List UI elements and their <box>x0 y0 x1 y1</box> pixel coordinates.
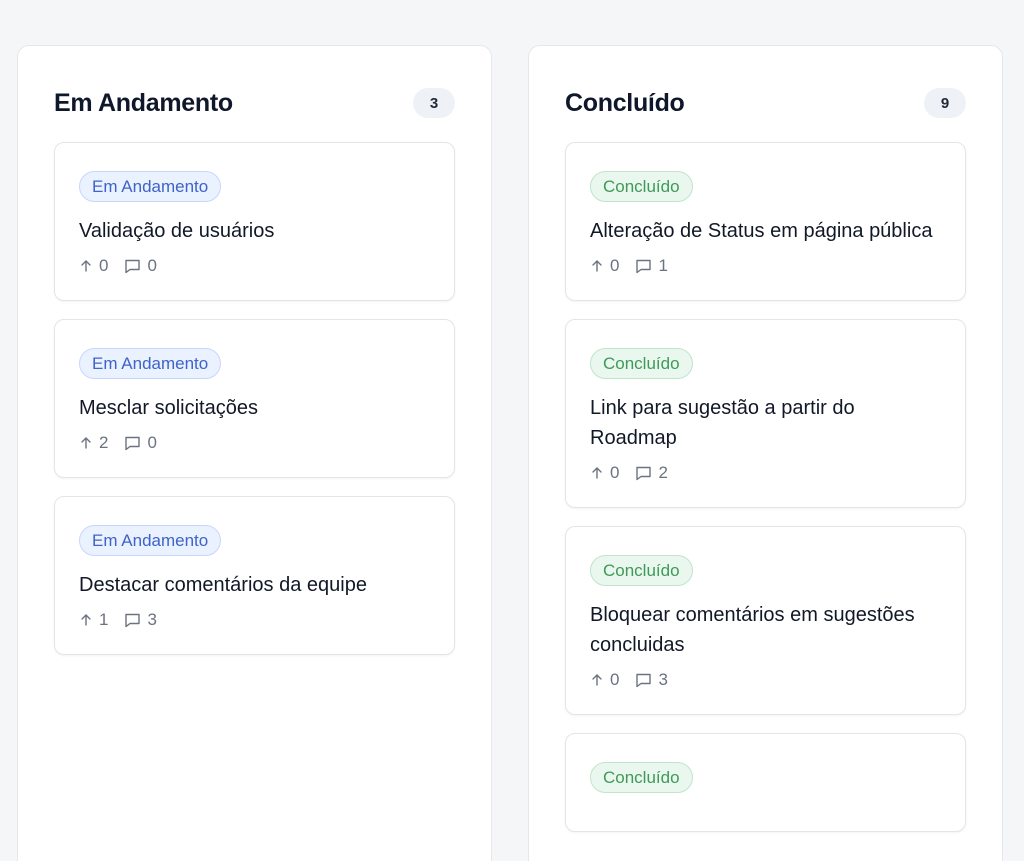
comment-count[interactable]: 2 <box>635 463 668 483</box>
vote-count-value: 1 <box>99 610 109 629</box>
card-list: Em Andamento Validação de usuários 0 0 E… <box>54 142 455 673</box>
comment-count[interactable]: 1 <box>635 256 668 276</box>
comment-icon <box>124 612 141 628</box>
comment-count-value: 0 <box>147 433 157 452</box>
column-title: Concluído <box>565 88 685 117</box>
suggestion-card[interactable]: Concluído Link para sugestão a partir do… <box>565 319 966 508</box>
status-badge: Concluído <box>590 555 693 586</box>
vote-count-value: 2 <box>99 433 109 452</box>
comment-count-value: 2 <box>658 463 668 482</box>
status-badge: Concluído <box>590 762 693 793</box>
column-count-badge: 3 <box>413 88 455 118</box>
column-header: Concluído 9 <box>565 86 966 120</box>
status-badge: Em Andamento <box>79 348 222 379</box>
card-title[interactable]: Validação de usuários <box>79 216 430 246</box>
vote-count-value: 0 <box>610 256 620 275</box>
vote-count-value: 0 <box>99 256 109 275</box>
card-list: Concluído Alteração de Status em página … <box>565 142 966 850</box>
card-meta: 0 2 <box>590 463 941 483</box>
card-title[interactable]: Alteração de Status em página pública <box>590 216 941 246</box>
vote-count[interactable]: 0 <box>590 256 619 276</box>
comment-icon <box>635 465 652 481</box>
card-title[interactable]: Mesclar solicitações <box>79 393 430 423</box>
suggestion-card[interactable]: Em Andamento Destacar comentários da equ… <box>54 496 455 655</box>
comment-count[interactable]: 3 <box>635 670 668 690</box>
card-meta: 0 3 <box>590 670 941 690</box>
comment-count-value: 1 <box>658 256 668 275</box>
comment-count-value: 3 <box>147 610 157 629</box>
arrow-up-icon <box>79 436 93 450</box>
arrow-up-icon <box>590 466 604 480</box>
vote-count[interactable]: 0 <box>590 670 619 690</box>
comment-icon <box>124 258 141 274</box>
suggestion-card[interactable]: Concluído Alteração de Status em página … <box>565 142 966 301</box>
column-em-andamento: Em Andamento 3 Em Andamento Validação de… <box>17 45 492 861</box>
card-meta: 0 1 <box>590 256 941 276</box>
vote-count[interactable]: 0 <box>590 463 619 483</box>
vote-count[interactable]: 1 <box>79 610 108 630</box>
comment-count[interactable]: 0 <box>124 256 157 276</box>
status-badge: Em Andamento <box>79 171 222 202</box>
arrow-up-icon <box>590 673 604 687</box>
status-badge: Em Andamento <box>79 525 222 556</box>
vote-count[interactable]: 0 <box>79 256 108 276</box>
suggestion-card[interactable]: Concluído Bloquear comentários em sugest… <box>565 526 966 715</box>
suggestion-card[interactable]: Em Andamento Mesclar solicitações 2 0 <box>54 319 455 478</box>
comment-icon <box>635 258 652 274</box>
suggestion-card[interactable]: Concluído <box>565 733 966 832</box>
card-meta: 1 3 <box>79 610 430 630</box>
arrow-up-icon <box>79 613 93 627</box>
column-concluido: Concluído 9 Concluído Alteração de Statu… <box>528 45 1003 861</box>
card-meta: 0 0 <box>79 256 430 276</box>
arrow-up-icon <box>590 259 604 273</box>
card-title[interactable]: Bloquear comentários em sugestões conclu… <box>590 600 941 660</box>
column-count-badge: 9 <box>924 88 966 118</box>
vote-count-value: 0 <box>610 670 620 689</box>
comment-count-value: 3 <box>658 670 668 689</box>
comment-count[interactable]: 0 <box>124 433 157 453</box>
roadmap-board: Em Andamento 3 Em Andamento Validação de… <box>0 0 1024 861</box>
status-badge: Concluído <box>590 171 693 202</box>
comment-count-value: 0 <box>147 256 157 275</box>
vote-count-value: 0 <box>610 463 620 482</box>
vote-count[interactable]: 2 <box>79 433 108 453</box>
suggestion-card[interactable]: Em Andamento Validação de usuários 0 0 <box>54 142 455 301</box>
comment-icon <box>635 672 652 688</box>
column-title: Em Andamento <box>54 88 233 117</box>
card-meta: 2 0 <box>79 433 430 453</box>
card-title[interactable]: Destacar comentários da equipe <box>79 570 430 600</box>
column-header: Em Andamento 3 <box>54 86 455 120</box>
comment-count[interactable]: 3 <box>124 610 157 630</box>
comment-icon <box>124 435 141 451</box>
card-title[interactable]: Link para sugestão a partir do Roadmap <box>590 393 941 453</box>
status-badge: Concluído <box>590 348 693 379</box>
arrow-up-icon <box>79 259 93 273</box>
